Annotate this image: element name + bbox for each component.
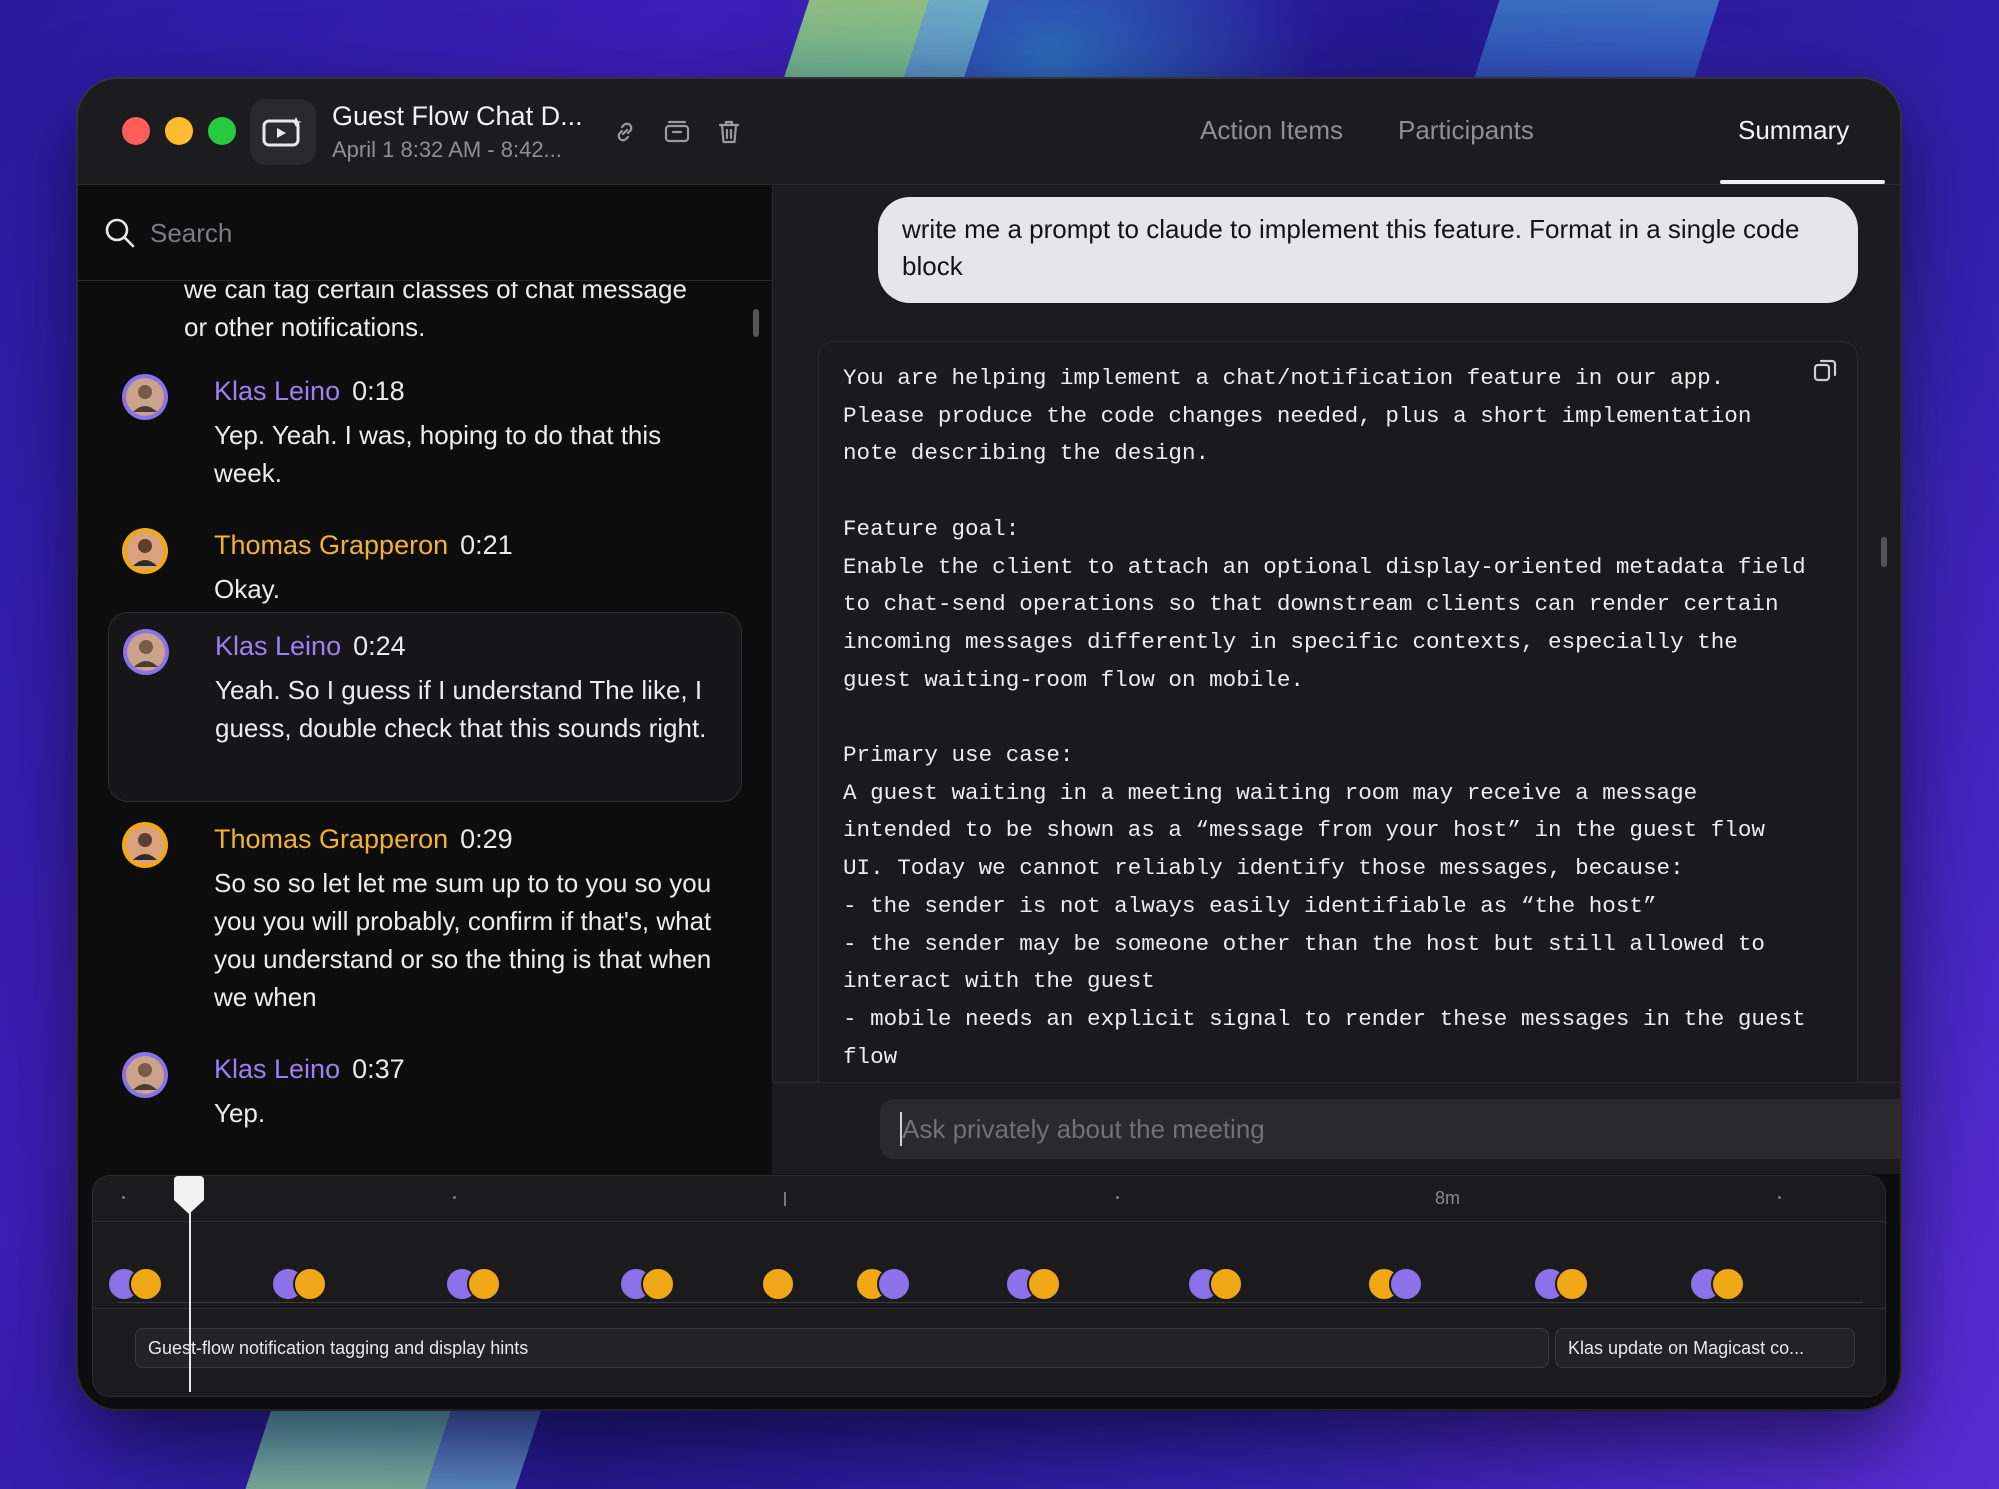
close-window-button[interactable] (122, 117, 150, 145)
playhead-line (189, 1196, 191, 1392)
ruler-tick (122, 1196, 125, 1199)
playhead-handle[interactable] (174, 1176, 204, 1214)
avatar (1711, 1267, 1745, 1301)
avatar (123, 629, 169, 675)
message-timestamp: 0:37 (352, 1054, 405, 1084)
copy-icon[interactable] (1811, 356, 1839, 389)
tab-participants[interactable]: Participants (1398, 115, 1534, 146)
meeting-title: Guest Flow Chat D... (332, 101, 583, 131)
speaker-name: Thomas Grapperon (214, 824, 449, 854)
app-window: Guest Flow Chat D... April 1 8:32 AM - 8… (78, 79, 1900, 1409)
speaker-name: Klas Leino (215, 631, 342, 661)
timeline-segment[interactable]: Guest-flow notification tagging and disp… (135, 1328, 1549, 1368)
speaker-name: Thomas Grapperon (214, 530, 449, 560)
message-timestamp: 0:24 (353, 631, 406, 661)
message-text: Yep. (214, 1098, 266, 1128)
avatar (877, 1267, 911, 1301)
archive-icon[interactable] (662, 117, 692, 147)
minimize-window-button[interactable] (165, 117, 193, 145)
message-timestamp: 0:21 (460, 530, 513, 560)
search-input[interactable] (150, 211, 710, 255)
transcript-list[interactable]: we can tag certain classes of chat messa… (78, 282, 772, 1174)
tab-action-items[interactable]: Action Items (1200, 115, 1343, 146)
timeline[interactable]: 8m Guest-flow notification tagging and d… (92, 1175, 1886, 1397)
search-icon (105, 218, 135, 248)
message-text: Yep. Yeah. I was, hoping to do that this… (214, 420, 662, 488)
message-timestamp: 0:18 (352, 376, 405, 406)
zoom-window-button[interactable] (208, 117, 236, 145)
message-text: Yeah. So I guess if I understand The lik… (215, 675, 707, 743)
transcript-scrollbar[interactable] (753, 309, 759, 337)
meeting-datetime: April 1 8:32 AM - 8:42... (332, 137, 562, 162)
tab-bar: Action Items Participants Summary (772, 79, 1900, 185)
transcript-pane: Guest Flow Chat D... April 1 8:32 AM - 8… (78, 79, 772, 1174)
avatar (1027, 1267, 1061, 1301)
avatar (1555, 1267, 1589, 1301)
avatar (129, 1267, 163, 1301)
speaker-name: Klas Leino (214, 1054, 341, 1084)
avatar (467, 1267, 501, 1301)
avatar (122, 528, 168, 574)
transcript-message[interactable]: Klas Leino 0:18 Yep. Yeah. I was, hoping … (108, 362, 742, 492)
transcript-message[interactable]: Klas Leino 0:37 Yep. (108, 1048, 742, 1148)
link-icon[interactable] (610, 117, 640, 147)
wallpaper-streak (245, 1400, 455, 1489)
user-message-bubble: write me a prompt to claude to implement… (878, 197, 1858, 303)
chat-scrollbar[interactable] (1881, 537, 1887, 567)
transcript-message[interactable]: Thomas Grapperon 0:21 Okay. (108, 516, 742, 606)
code-block-text: You are helping implement a chat/notific… (843, 365, 1806, 1107)
message-text: So so so let let me sum up to to you so … (214, 868, 712, 1012)
ruler-tick (453, 1196, 456, 1199)
avatar (1209, 1267, 1243, 1301)
message-timestamp: 0:29 (460, 824, 513, 854)
avatar (122, 822, 168, 868)
ruler-tick (1116, 1196, 1119, 1199)
avatar (293, 1267, 327, 1301)
transcript-message[interactable]: Thomas Grapperon 0:29 So so so let let me… (108, 822, 742, 1022)
ruler-tick (1778, 1196, 1781, 1199)
meeting-recording-icon (250, 99, 316, 165)
code-block: You are helping implement a chat/notific… (818, 341, 1858, 1161)
avatar (641, 1267, 675, 1301)
titlebar: Guest Flow Chat D... April 1 8:32 AM - 8… (78, 79, 772, 185)
speaker-track (117, 1302, 1863, 1303)
timeline-segment[interactable]: Klas update on Magicast co... (1555, 1328, 1855, 1368)
avatar (122, 374, 168, 420)
timeline-divider (93, 1308, 1885, 1309)
trash-icon[interactable] (714, 117, 744, 147)
timeline-ruler: 8m (93, 1176, 1885, 1222)
tab-summary[interactable]: Summary (1738, 115, 1849, 146)
ruler-tick (784, 1192, 786, 1206)
transcript-search (78, 185, 772, 281)
avatar (122, 1052, 168, 1098)
message-text: Okay. (214, 574, 280, 604)
transcript-partial-text: we can tag certain classes of chat messa… (184, 282, 687, 342)
ruler-label: 8m (1435, 1188, 1461, 1208)
active-tab-indicator (1720, 180, 1885, 184)
ask-input[interactable] (880, 1099, 1900, 1159)
speaker-name: Klas Leino (214, 376, 341, 406)
avatar (1389, 1267, 1423, 1301)
text-caret (900, 1112, 902, 1146)
avatar (761, 1267, 795, 1301)
transcript-message-highlighted[interactable]: Klas Leino 0:24 Yeah. So I guess if I und… (108, 612, 742, 802)
